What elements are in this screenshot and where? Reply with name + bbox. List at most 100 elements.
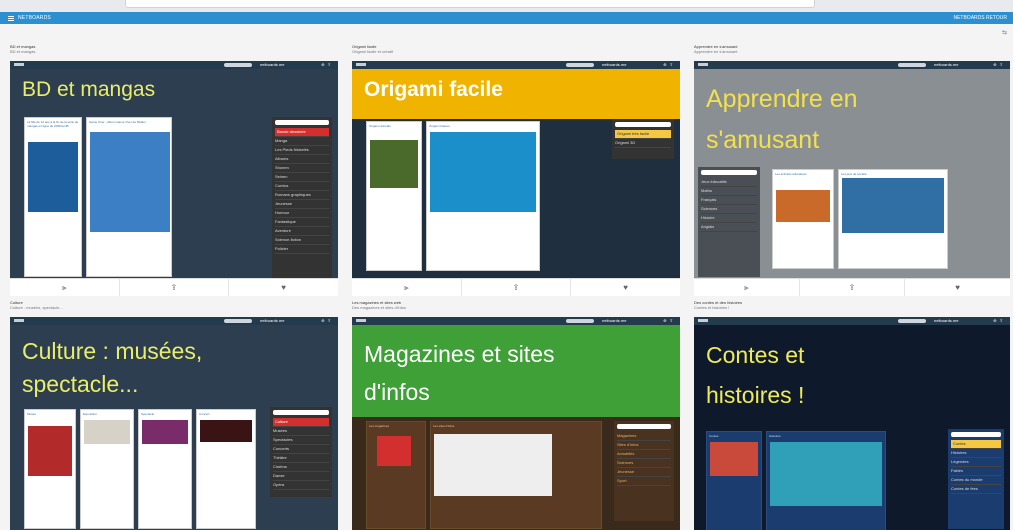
post-card[interactable]: Histoires xyxy=(766,431,886,530)
sidebar-item[interactable]: Shonen xyxy=(275,164,329,173)
search-pill[interactable] xyxy=(566,63,594,67)
sidebar-item[interactable]: Jeunesse xyxy=(617,468,671,477)
topbar-icons[interactable]: ⊕⇪ xyxy=(321,318,334,324)
menu-icon[interactable] xyxy=(14,63,24,66)
search-pill[interactable] xyxy=(566,319,594,323)
tool-icon[interactable]: ⫸ xyxy=(10,279,120,296)
search-pill[interactable] xyxy=(224,319,252,323)
like-icon[interactable]: ♥ xyxy=(229,279,338,296)
board-preview[interactable]: netboards.me ⊕⇪ BD et mangas La fille de… xyxy=(10,61,338,278)
sidebar-search[interactable] xyxy=(701,170,757,175)
search-pill[interactable] xyxy=(224,63,252,67)
menu-icon[interactable] xyxy=(698,319,708,322)
post-card[interactable]: Contes xyxy=(706,431,762,530)
sidebar-item[interactable]: Spectacles xyxy=(273,436,329,445)
post-card[interactable]: Spectacle xyxy=(138,409,192,529)
sidebar-item[interactable]: Concerts xyxy=(273,445,329,454)
sidebar-item[interactable]: Sport xyxy=(617,477,671,486)
back-link[interactable]: NETBOARDS RETOUR xyxy=(953,12,1007,24)
sidebar-item[interactable]: Bande dessinée xyxy=(275,128,329,137)
sidebar-item[interactable]: Légendes xyxy=(951,458,1001,467)
card-contes[interactable]: Des contes et des histoires Contes et hi… xyxy=(694,298,1010,530)
sidebar-item[interactable]: Aventure xyxy=(275,227,329,236)
search-pill[interactable] xyxy=(898,63,926,67)
sidebar-item[interactable]: Musées xyxy=(273,427,329,436)
sidebar-item[interactable]: Contes xyxy=(951,440,1001,449)
sidebar-item[interactable]: Sciences xyxy=(701,205,757,214)
board-preview[interactable]: netboards.me ⊕⇪ Magazines et sites d'inf… xyxy=(352,317,680,530)
post-card[interactable]: Les sites d'infos xyxy=(430,421,602,529)
like-icon[interactable]: ♥ xyxy=(905,279,1010,296)
sidebar-item[interactable]: Fables xyxy=(951,467,1001,476)
search-pill[interactable] xyxy=(898,319,926,323)
share-icon[interactable]: ⇪ xyxy=(462,279,572,296)
sidebar-item[interactable]: Humour xyxy=(275,209,329,218)
sidebar-item[interactable]: Origami très facile xyxy=(615,130,671,139)
sidebar-item[interactable]: Histoire xyxy=(701,214,757,223)
board-preview[interactable]: netboards.me ⊕⇪ Culture : musées, specta… xyxy=(10,317,338,530)
sidebar-item[interactable]: Comics xyxy=(275,182,329,191)
tool-icon[interactable]: ⫸ xyxy=(694,279,800,296)
share-icon[interactable]: ⇪ xyxy=(800,279,906,296)
sidebar-item[interactable]: Science-fiction xyxy=(275,236,329,245)
post-card[interactable]: Les activités éducatives xyxy=(772,169,834,269)
menu-icon[interactable] xyxy=(356,319,366,322)
sidebar-item[interactable]: Les Pieds Nickelés xyxy=(275,146,329,155)
sidebar-item[interactable]: Contes de fées xyxy=(951,485,1001,494)
sidebar-item[interactable]: Magazines xyxy=(617,432,671,441)
sidebar-item[interactable]: Anglais xyxy=(701,223,757,232)
board-preview[interactable]: netboards.me ⊕⇪ Origami facile Origami a… xyxy=(352,61,680,278)
share-icon[interactable]: ⇪ xyxy=(120,279,230,296)
sidebar-item[interactable]: Manga xyxy=(275,137,329,146)
card-magazines[interactable]: Les magazines et sites web Des magazines… xyxy=(352,298,680,530)
board-preview[interactable]: netboards.me ⊕⇪ Apprendre en s'amusant J… xyxy=(694,61,1010,278)
post-card[interactable]: Origami animals xyxy=(366,121,422,271)
post-card[interactable]: La fille de 12 ans à la fin de la série … xyxy=(24,117,82,277)
menu-icon[interactable] xyxy=(356,63,366,66)
post-card[interactable]: Concert xyxy=(196,409,256,529)
sidebar-item[interactable]: Opéra xyxy=(273,481,329,490)
sidebar-item[interactable]: Jeux éducatifs xyxy=(701,178,757,187)
card-culture[interactable]: Culture Culture : musées, spectacle... n… xyxy=(10,298,338,530)
topbar-icons[interactable]: ⊕⇪ xyxy=(993,318,1006,324)
sidebar-item[interactable]: Albums xyxy=(275,155,329,164)
menu-icon[interactable] xyxy=(8,16,14,21)
sidebar-item[interactable]: Origami 3D xyxy=(615,139,671,148)
card-origami[interactable]: Origami facile Origami facile et créatif… xyxy=(352,42,680,296)
sidebar-search[interactable] xyxy=(273,410,329,415)
sidebar-item[interactable]: Sciences xyxy=(617,459,671,468)
sidebar-item[interactable]: Fantastique xyxy=(275,218,329,227)
sidebar-item[interactable]: Français xyxy=(701,196,757,205)
sidebar-item[interactable]: Histoires xyxy=(951,449,1001,458)
sidebar-item[interactable]: Sites d'infos xyxy=(617,441,671,450)
sidebar-item[interactable]: Contes du monde xyxy=(951,476,1001,485)
topbar-icons[interactable]: ⊕⇪ xyxy=(663,318,676,324)
sidebar-search[interactable] xyxy=(617,424,671,429)
sidebar-item[interactable]: Policier xyxy=(275,245,329,254)
sidebar-item[interactable]: Actualités xyxy=(617,450,671,459)
post-card[interactable]: Game Over - Album Game Over de Midam xyxy=(86,117,172,277)
sidebar-item[interactable]: Romans graphiques xyxy=(275,191,329,200)
topbar-icons[interactable]: ⊕⇪ xyxy=(663,62,676,68)
sidebar-item[interactable]: Cinéma xyxy=(273,463,329,472)
card-bd-mangas[interactable]: BD et mangas BD et mangas netboards.me ⊕… xyxy=(10,42,338,296)
sidebar-item[interactable]: Danse xyxy=(273,472,329,481)
tool-icon[interactable]: ⫸ xyxy=(352,279,462,296)
sidebar-item[interactable]: Seinen xyxy=(275,173,329,182)
like-icon[interactable]: ♥ xyxy=(571,279,680,296)
sidebar-search[interactable] xyxy=(615,122,671,127)
menu-icon[interactable] xyxy=(698,63,708,66)
sidebar-item[interactable]: Maths xyxy=(701,187,757,196)
topbar-icons[interactable]: ⊕⇪ xyxy=(993,62,1006,68)
post-card[interactable]: Exposition xyxy=(80,409,134,529)
sidebar-item[interactable]: Jeunesse xyxy=(275,200,329,209)
board-preview[interactable]: netboards.me ⊕⇪ Contes et histoires ! Co… xyxy=(694,317,1010,530)
post-card[interactable]: Les jeux de société xyxy=(838,169,948,269)
sidebar-search[interactable] xyxy=(951,432,1001,437)
sidebar-item[interactable]: Théâtre xyxy=(273,454,329,463)
card-apprendre[interactable]: Apprendre en s'amusant Apprendre en s'am… xyxy=(694,42,1010,296)
topbar-icons[interactable]: ⊕⇪ xyxy=(321,62,334,68)
address-bar[interactable] xyxy=(125,0,815,8)
sidebar-item[interactable]: Culture xyxy=(273,418,329,427)
post-card[interactable]: Les magazines xyxy=(366,421,426,529)
